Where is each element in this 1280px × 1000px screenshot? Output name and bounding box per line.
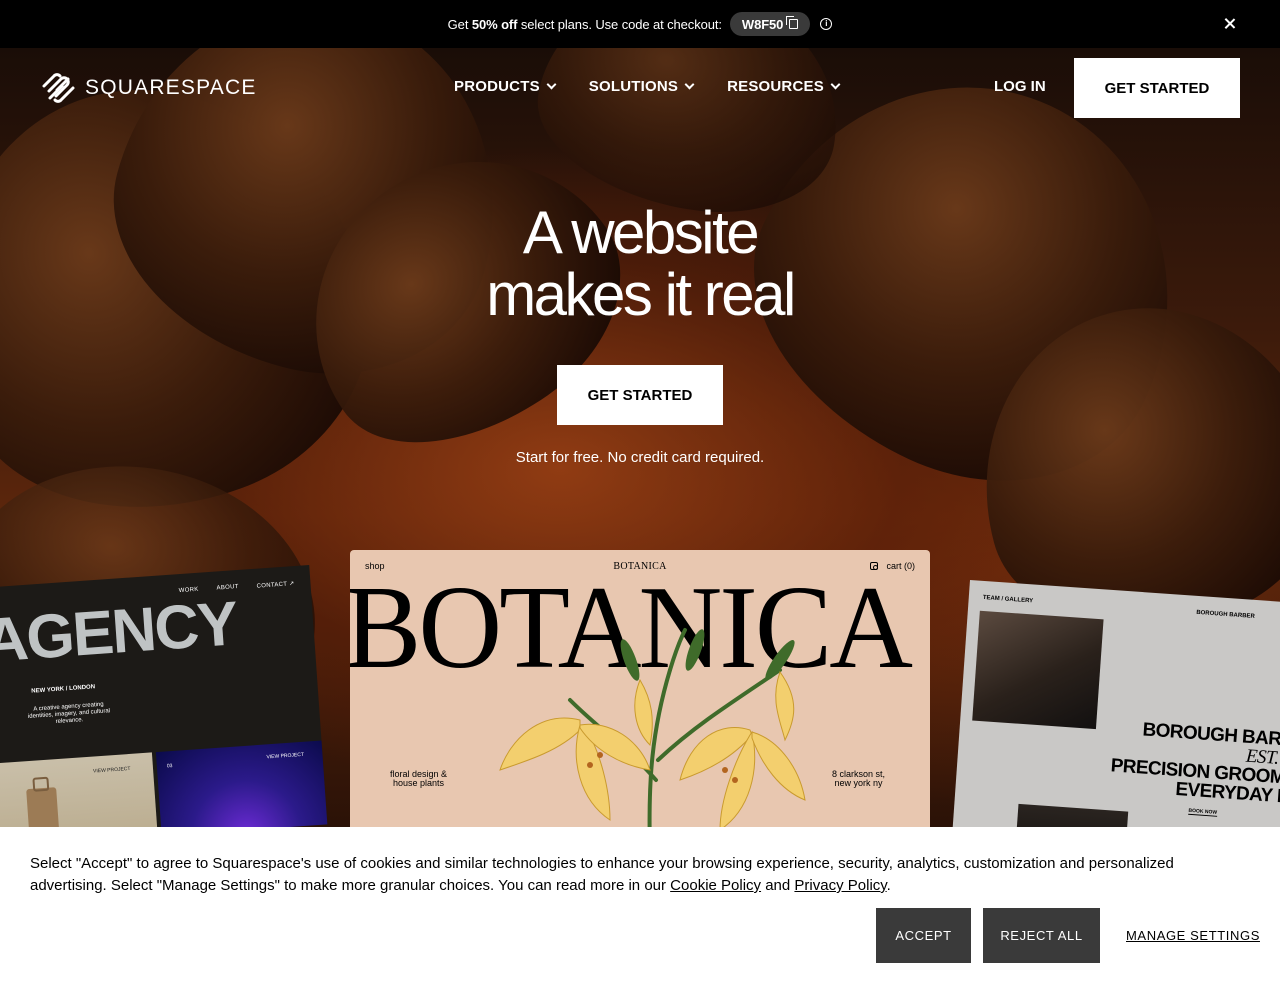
logo-text: SQUARESPACE bbox=[85, 76, 257, 99]
borough-brand: BOROUGH BARBER bbox=[1196, 609, 1255, 620]
agency-description: A creative agency creating identities, i… bbox=[27, 701, 111, 726]
promo-bar: Get 50% off select plans. Use code at ch… bbox=[0, 0, 1280, 48]
chevron-down-icon bbox=[546, 79, 557, 90]
agency-title: AGENCY bbox=[0, 589, 239, 676]
lily-flower-icon bbox=[499, 628, 806, 840]
promo-suffix: select plans. Use code at checkout: bbox=[520, 16, 722, 32]
info-icon[interactable]: i bbox=[820, 18, 833, 30]
manage-settings-link[interactable]: MANAGE SETTINGS bbox=[1126, 928, 1260, 943]
agency-city: NEW YORK / LONDON bbox=[31, 684, 96, 695]
cookie-message-and: and bbox=[761, 877, 795, 894]
borough-book-now: BOOK NOW bbox=[1188, 807, 1218, 817]
chevron-down-icon bbox=[830, 79, 841, 90]
hero-headline: A website makes it real bbox=[0, 202, 1280, 326]
nav-get-started-button[interactable]: GET STARTED bbox=[1074, 58, 1240, 118]
promo-highlight: 50% off bbox=[471, 16, 518, 32]
hero-get-started-button[interactable]: GET STARTED bbox=[557, 365, 723, 425]
cookie-message-text: Select "Accept" to agree to Squarespace'… bbox=[30, 855, 1174, 894]
login-link[interactable]: LOG IN bbox=[994, 78, 1046, 95]
close-icon[interactable] bbox=[1220, 14, 1240, 34]
botanica-tagline: floral design & house plants bbox=[390, 770, 447, 788]
squarespace-logo[interactable]: SQUARESPACE bbox=[40, 72, 257, 104]
template-card-botanica[interactable]: shop BOTANICA cart (0) BOTANICA floral d… bbox=[350, 550, 930, 840]
hero-subtext: Start for free. No credit card required. bbox=[515, 449, 765, 466]
nav-menu: PRODUCTS SOLUTIONS RESOURCES bbox=[454, 78, 841, 95]
cookie-banner: Select "Accept" to agree to Squarespace'… bbox=[0, 827, 1280, 1000]
agency-nav-item: CONTACT ↗ bbox=[256, 581, 295, 590]
template-card-agency[interactable]: WORK ABOUT CONTACT ↗ AGENCY NEW YORK / L… bbox=[0, 564, 328, 848]
hero-headline-line1: A website bbox=[522, 199, 760, 266]
cookie-policy-link[interactable]: Cookie Policy bbox=[670, 877, 761, 894]
botanica-tagline-line: house plants bbox=[393, 778, 445, 788]
accept-cookies-button[interactable]: ACCEPT bbox=[876, 908, 971, 963]
nav-resources[interactable]: RESOURCES bbox=[727, 78, 841, 95]
nav-solutions[interactable]: SOLUTIONS bbox=[588, 78, 695, 95]
main-nav: SQUARESPACE PRODUCTS SOLUTIONS RESOURCES… bbox=[0, 48, 1280, 128]
chevron-down-icon bbox=[684, 79, 695, 90]
project-number: 03 bbox=[166, 763, 173, 770]
borough-barber-chair-image bbox=[972, 610, 1104, 730]
nav-solutions-label: SOLUTIONS bbox=[588, 78, 679, 95]
cookie-message: Select "Accept" to agree to Squarespace'… bbox=[30, 853, 1220, 897]
nav-products-label: PRODUCTS bbox=[454, 78, 540, 95]
nav-products[interactable]: PRODUCTS bbox=[454, 78, 557, 95]
privacy-policy-link[interactable]: Privacy Policy bbox=[794, 877, 886, 894]
squarespace-logo-icon bbox=[42, 73, 75, 103]
reject-all-cookies-button[interactable]: REJECT ALL bbox=[983, 908, 1100, 963]
botanica-address-line: new york ny bbox=[834, 778, 883, 788]
botanica-address: 8 clarkson st, new york ny bbox=[832, 770, 885, 788]
promo-code: W8F50 bbox=[741, 16, 784, 32]
hero-headline-line2: makes it real bbox=[486, 261, 796, 328]
view-project-label: VIEW PROJECT bbox=[266, 751, 305, 761]
borough-nav: TEAM / GALLERY bbox=[982, 594, 1034, 605]
promo-prefix: Get bbox=[447, 16, 469, 32]
borough-heading: BOROUGH BARBER EST. 2019 PRECISION GROOM… bbox=[1075, 716, 1280, 809]
copy-icon bbox=[786, 16, 799, 29]
promo-code-button[interactable]: W8F50 bbox=[729, 12, 811, 36]
nav-resources-label: RESOURCES bbox=[727, 78, 824, 95]
cookie-message-period: . bbox=[886, 877, 891, 894]
